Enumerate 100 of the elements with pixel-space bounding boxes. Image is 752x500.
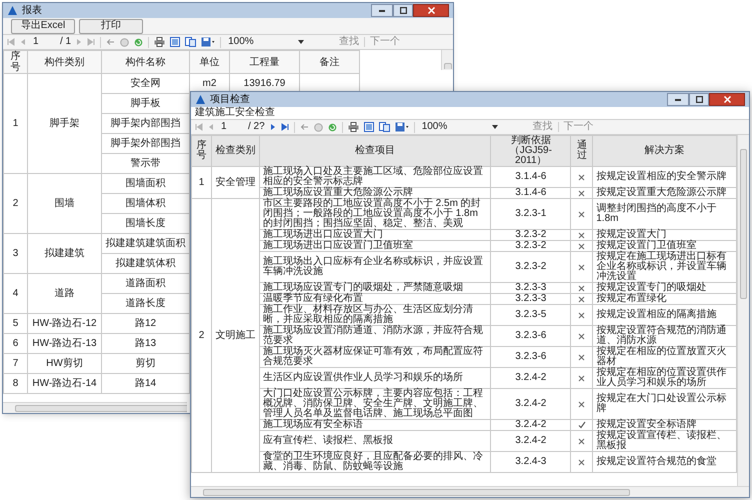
table-cell: 脚手架内部围挡 <box>102 114 190 134</box>
close-button[interactable] <box>709 93 745 106</box>
table-cell: 警示带 <box>102 154 190 174</box>
table-cell: HW-路边石-12 <box>28 314 102 334</box>
table-cell: 3.2.3-3 <box>490 282 571 294</box>
close-button[interactable] <box>413 4 449 17</box>
table-cell: 按规定设置大门 <box>592 230 736 240</box>
table-cell: 剪切 <box>102 354 190 374</box>
page-setup-icon[interactable] <box>185 37 196 47</box>
toolbar-button[interactable]: 打印 <box>79 18 143 34</box>
table-cell: 按规定设置相应的安全警示牌 <box>592 166 736 188</box>
column-header: 解决方案 <box>592 136 736 166</box>
zoom-select[interactable]: 100% <box>226 37 306 47</box>
close-icon <box>428 7 434 14</box>
table-cell: 安全管理 <box>211 166 260 198</box>
table-cell: 3.2.3-3 <box>490 294 571 304</box>
table-cell: 4 <box>4 274 28 314</box>
table-cell: 围墙 <box>28 174 102 234</box>
table-cell: 大门口处应设置公示标牌，主要内容应包括：工程概况牌、消防保卫牌、安全生产牌、文明施工牌、管理人员名单及监督电话牌、施工现场总平面图 <box>259 388 491 420</box>
column-header: 通过 <box>570 136 593 166</box>
print-icon[interactable] <box>154 37 166 47</box>
table-cell: 施工现场应设置消防通道、消防水源，并应符合规范要求 <box>259 326 491 346</box>
table-cell: 按规定布置绿化 <box>592 294 736 304</box>
maximize-icon <box>696 96 702 103</box>
table-cell: 按规定设置安全标语牌 <box>592 420 736 430</box>
table-cell: HW-路边石-14 <box>28 374 102 394</box>
table-cell: 按规定在相应的位置放置灭火器材 <box>592 346 736 368</box>
table-cell: 脚手板 <box>102 94 190 114</box>
minimize-button[interactable] <box>667 93 689 106</box>
next-page-icon[interactable] <box>270 123 276 131</box>
table-cell: 温暖季节应有绿化布置 <box>259 294 491 304</box>
table-cell: 拟建建筑 <box>28 234 102 274</box>
table-cell: 按规定在相应的位置设置供作业人员学习和娱乐的场所 <box>592 368 736 388</box>
save-icon[interactable] <box>201 37 216 47</box>
table-cell: 施工现场灭火器材应保证可靠有效，布局配置应符合规范要求 <box>259 346 491 368</box>
column-header: 序号 <box>192 136 212 166</box>
table-cell: 调整封闭围挡的高度不小于1.8m <box>592 198 736 230</box>
table-cell: 3.2.3-6 <box>490 326 571 346</box>
table-cell: 8 <box>4 374 28 394</box>
report-subtitle: 建筑施工安全检查 <box>195 108 275 118</box>
app-icon <box>195 94 206 105</box>
window-title: 项目检查 <box>210 94 250 104</box>
refresh-icon[interactable] <box>134 38 144 46</box>
page-field[interactable]: 1 <box>31 37 55 47</box>
table-cell: 3.2.4-2 <box>490 420 571 430</box>
table-cell: HW-路边石-13 <box>28 334 102 354</box>
print-icon[interactable] <box>348 122 359 132</box>
table-cell: 3.2.4-2 <box>490 430 571 452</box>
maximize-icon <box>400 7 406 14</box>
table-cell: 3.2.3-2 <box>490 252 571 282</box>
page-layout-icon[interactable] <box>170 37 180 47</box>
table-cell: 施工现场进出口应设置大门 <box>259 230 491 240</box>
table-cell: 市区主要路段的工地应设置高度不小于 2.5m 的封闭围挡；一般路段的工地应设置高度不小于 1.8m 的封闭围挡；围挡应坚固、稳定、整洁、美观 <box>259 198 491 230</box>
table-cell: 按规定设置宣传栏、读报栏、黑板报 <box>592 430 736 452</box>
save-icon[interactable] <box>394 122 409 132</box>
refresh-icon[interactable] <box>328 122 337 132</box>
table-cell: 道路 <box>28 274 102 314</box>
column-header: 检查项目 <box>259 136 491 166</box>
table-cell: 按规定设置符合规范的食堂 <box>592 452 736 472</box>
app-icon <box>7 5 18 16</box>
zoom-select[interactable]: 100% <box>420 122 500 132</box>
table-cell: 6 <box>4 334 28 354</box>
table-cell: 施工现场应设置重大危险源公示牌 <box>259 188 491 198</box>
table-cell: 1 <box>192 166 212 198</box>
vertical-scrollbar[interactable] <box>441 50 453 70</box>
table-cell: 生活区内应设置供作业人员学习和娱乐的场所 <box>259 368 491 388</box>
column-header: 检查类别 <box>211 136 260 166</box>
vertical-scrollbar[interactable] <box>737 135 749 486</box>
table-cell: 3.2.3-2 <box>490 240 571 252</box>
back-arrow-icon[interactable] <box>300 123 309 131</box>
horizontal-scrollbar[interactable] <box>191 486 749 497</box>
table-cell: 脚手架 <box>28 74 102 174</box>
table-cell: 按规定设置门卫值班室 <box>592 240 736 252</box>
column-header: 工程量 <box>230 50 300 74</box>
page-setup-icon[interactable] <box>378 122 390 132</box>
minimize-icon <box>675 98 681 100</box>
column-header: 构件名称 <box>102 50 190 74</box>
table-cell: 3.2.3-5 <box>490 304 571 326</box>
minimize-button[interactable] <box>371 4 393 17</box>
back-arrow-icon[interactable] <box>106 38 116 46</box>
table-cell: 施工现场进出口应设置门卫值班室 <box>259 240 491 252</box>
page-layout-icon[interactable] <box>364 122 374 132</box>
table-cell: 路13 <box>102 334 190 354</box>
table-cell: 道路长度 <box>102 294 190 314</box>
table-cell: 施工现场出入口应标有企业名称或标识，并应设置车辆冲洗设施 <box>259 252 491 282</box>
last-page-icon[interactable] <box>280 123 289 131</box>
table-cell: 脚手架外部围挡 <box>102 134 190 154</box>
table-cell: 3.1.4-6 <box>490 188 571 198</box>
table-cell: 3.1.4-6 <box>490 166 571 188</box>
page-field[interactable]: 1 <box>219 122 243 132</box>
maximize-button[interactable] <box>689 93 709 106</box>
table-cell: 3.2.3-2 <box>490 230 571 240</box>
toolbar-button[interactable]: 导出Excel <box>11 18 75 34</box>
maximize-button[interactable] <box>393 4 413 17</box>
table-cell: 1 <box>4 74 28 174</box>
table-cell: 围墙面积 <box>102 174 190 194</box>
table-cell: 3.2.4-2 <box>490 368 571 388</box>
horizontal-scrollbar[interactable] <box>3 402 187 413</box>
table-cell: 3.2.4-2 <box>490 388 571 420</box>
table-cell: 拟建建筑建筑面积 <box>102 234 190 254</box>
